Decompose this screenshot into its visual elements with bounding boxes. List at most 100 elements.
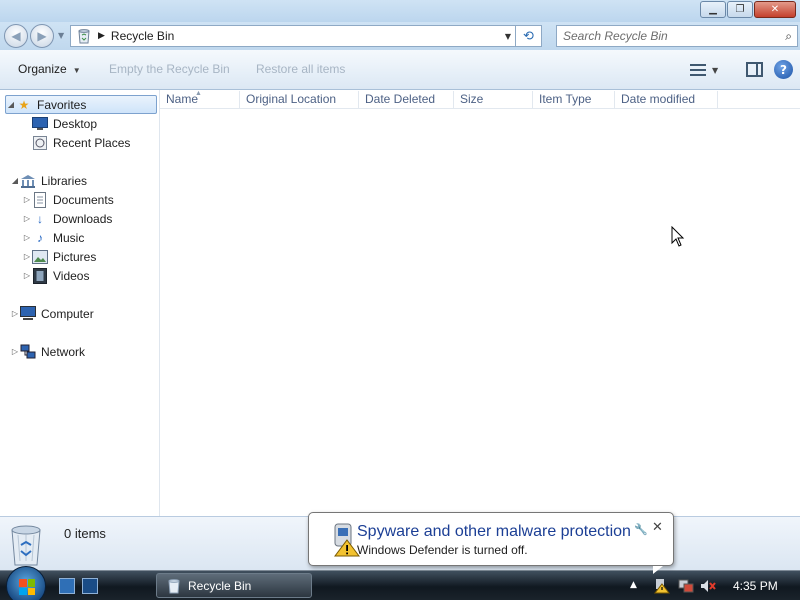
collapsed-triangle-icon[interactable]: ▷: [10, 309, 20, 318]
breadcrumb-arrow-icon[interactable]: ▶: [98, 31, 105, 41]
organize-label: Organize: [18, 62, 67, 76]
chevron-down-icon: ▼: [72, 66, 81, 75]
film-strip-icon: [32, 267, 48, 284]
collapsed-triangle-icon[interactable]: ▷: [22, 214, 32, 223]
command-bar: Organize ▼ Empty the Recycle Bin Restore …: [0, 50, 800, 90]
libraries-icon: [20, 173, 36, 189]
column-header-date-deleted[interactable]: Date Deleted: [359, 91, 454, 108]
documents-icon: [32, 191, 48, 208]
nav-pictures[interactable]: ▷ Pictures: [22, 247, 96, 266]
navigation-pane: ◢ ★ Favorites Desktop Recent Places ◢ Li…: [0, 90, 160, 516]
clock[interactable]: 4:35 PM: [733, 579, 778, 593]
address-bar[interactable]: ▶ Recycle Bin ▼: [70, 25, 516, 47]
nav-libraries[interactable]: ◢ Libraries: [10, 171, 87, 190]
nav-desktop-label: Desktop: [53, 116, 98, 131]
recycle-bin-icon: [168, 578, 180, 593]
options-wrench-icon[interactable]: 🔧: [634, 523, 648, 536]
network-icon: [20, 344, 36, 360]
sort-ascending-icon: ▲: [195, 90, 202, 97]
search-icon[interactable]: ⌕: [785, 29, 792, 44]
file-list[interactable]: ▲ Name Original Location Date Deleted Si…: [160, 90, 800, 516]
collapsed-triangle-icon[interactable]: ▷: [10, 347, 20, 356]
forward-button[interactable]: ▶: [30, 24, 54, 48]
taskbar-button-recycle-bin[interactable]: Recycle Bin: [156, 573, 312, 598]
collapsed-triangle-icon[interactable]: ▷: [22, 271, 32, 280]
close-button[interactable]: ✕: [754, 1, 796, 18]
nav-documents-label: Documents: [53, 192, 114, 207]
network-status-icon[interactable]: [678, 578, 694, 594]
refresh-button[interactable]: ⟲: [516, 25, 542, 47]
back-button[interactable]: ◀: [4, 24, 28, 48]
collapsed-triangle-icon[interactable]: ▷: [22, 195, 32, 204]
pictures-icon: [32, 249, 48, 265]
nav-music[interactable]: ▷ ♪ Music: [22, 228, 84, 247]
windows-logo-icon: [19, 579, 35, 595]
nav-computer[interactable]: ▷ Computer: [10, 304, 94, 323]
notification-balloon[interactable]: Spyware and other malware protection Win…: [308, 512, 674, 574]
nav-recent-places-label: Recent Places: [53, 135, 131, 150]
nav-favorites[interactable]: ◢ ★ Favorites: [5, 95, 157, 114]
column-header-original-location[interactable]: Original Location: [240, 91, 359, 108]
views-button[interactable]: ▼: [690, 62, 726, 78]
breadcrumb-recycle-bin[interactable]: Recycle Bin: [111, 29, 174, 43]
column-header-name[interactable]: ▲ Name: [160, 90, 240, 108]
search-box[interactable]: ⌕: [556, 25, 798, 47]
balloon-body: Windows Defender is turned off.: [357, 543, 528, 557]
column-header-date-modified[interactable]: Date modified: [615, 91, 718, 108]
maximize-button[interactable]: ❐: [727, 1, 753, 18]
volume-muted-icon[interactable]: [700, 578, 716, 594]
empty-recycle-bin-button[interactable]: Empty the Recycle Bin: [109, 62, 230, 76]
show-hidden-icons-icon[interactable]: ▲: [630, 580, 637, 590]
download-arrow-icon: ↓: [37, 211, 43, 226]
nav-pictures-label: Pictures: [53, 249, 97, 264]
address-dropdown-icon[interactable]: ▼: [505, 32, 511, 41]
expanded-triangle-icon[interactable]: ◢: [6, 100, 16, 109]
column-header-name-label: Name: [166, 92, 199, 106]
nav-favorites-label: Favorites: [37, 97, 87, 112]
music-note-icon: ♪: [37, 230, 43, 245]
window-controls: ▁ ❐ ✕: [700, 1, 796, 18]
title-bar: ▁ ❐ ✕: [0, 0, 800, 22]
taskbar-button-label: Recycle Bin: [188, 578, 252, 593]
nav-videos[interactable]: ▷ Videos: [22, 266, 89, 285]
nav-videos-label: Videos: [53, 268, 90, 283]
nav-computer-label: Computer: [41, 306, 94, 321]
show-desktop-icon[interactable]: [59, 578, 75, 594]
star-icon: ★: [18, 97, 30, 112]
preview-pane-button[interactable]: [746, 62, 763, 77]
recent-places-icon: [32, 135, 48, 151]
nav-desktop[interactable]: Desktop: [32, 114, 97, 133]
nav-downloads[interactable]: ▷ ↓ Downloads: [22, 209, 112, 228]
taskbar: Recycle Bin ▲ 4:35 PM: [0, 566, 800, 600]
nav-network[interactable]: ▷ Network: [10, 342, 85, 361]
nav-recent-places[interactable]: Recent Places: [32, 133, 130, 152]
balloon-tail: [653, 566, 663, 574]
mouse-cursor-icon: [671, 226, 685, 247]
nav-downloads-label: Downloads: [53, 211, 113, 226]
nav-network-label: Network: [41, 344, 86, 359]
recycle-bin-icon: [78, 29, 90, 44]
column-headers: ▲ Name Original Location Date Deleted Si…: [160, 90, 800, 109]
switch-windows-icon[interactable]: [82, 578, 98, 594]
expanded-triangle-icon[interactable]: ◢: [10, 176, 20, 185]
item-count: 0 items: [64, 526, 106, 541]
views-icon: [690, 64, 706, 76]
start-button[interactable]: [6, 566, 46, 600]
recent-pages-dropdown-icon[interactable]: ▼: [58, 31, 64, 40]
balloon-title: Spyware and other malware protection: [357, 523, 631, 540]
help-button[interactable]: ?: [774, 60, 793, 79]
column-header-item-type[interactable]: Item Type: [533, 91, 615, 108]
recycle-bin-icon: [11, 525, 41, 566]
column-header-size[interactable]: Size: [454, 91, 533, 108]
search-input[interactable]: [563, 29, 773, 43]
close-icon[interactable]: ✕: [652, 520, 663, 535]
collapsed-triangle-icon[interactable]: ▷: [22, 252, 32, 261]
restore-all-items-button[interactable]: Restore all items: [256, 62, 345, 76]
nav-documents[interactable]: ▷ Documents: [22, 190, 114, 209]
desktop-icon: [32, 116, 48, 132]
address-bar-row: ◀ ▶ ▼ ▶ Recycle Bin ▼ ⟲ ⌕: [0, 22, 800, 50]
minimize-button[interactable]: ▁: [700, 1, 726, 18]
windows-defender-warning-icon[interactable]: [654, 578, 670, 594]
collapsed-triangle-icon[interactable]: ▷: [22, 233, 32, 242]
organize-button[interactable]: Organize ▼: [18, 62, 81, 76]
